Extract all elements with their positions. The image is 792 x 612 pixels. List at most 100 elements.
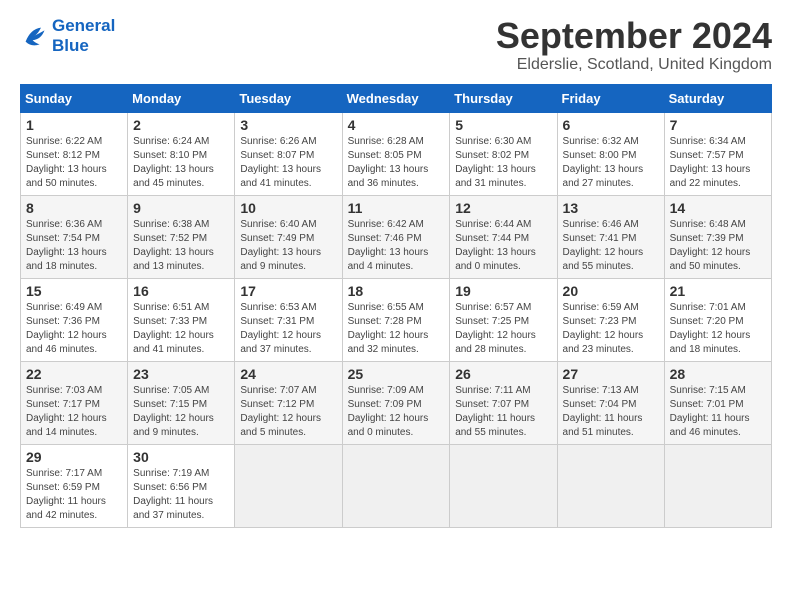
title-block: September 2024 Elderslie, Scotland, Unit… [496,16,772,74]
empty-day-cell [557,444,664,527]
empty-day-cell [342,444,450,527]
day-info: Sunrise: 6:40 AM Sunset: 7:49 PM Dayligh… [240,218,336,274]
day-cell-22: 22 Sunrise: 7:03 AM Sunset: 7:17 PM Dayl… [21,361,128,444]
weekday-header-sunday: Sunday [21,84,128,112]
day-cell-3: 3 Sunrise: 6:26 AM Sunset: 8:07 PM Dayli… [235,112,342,195]
day-number: 18 [348,283,445,299]
day-info: Sunrise: 6:34 AM Sunset: 7:57 PM Dayligh… [670,135,766,191]
day-cell-7: 7 Sunrise: 6:34 AM Sunset: 7:57 PM Dayli… [664,112,771,195]
weekday-header-monday: Monday [128,84,235,112]
day-number: 24 [240,366,336,382]
day-info: Sunrise: 7:13 AM Sunset: 7:04 PM Dayligh… [563,384,659,440]
day-info: Sunrise: 7:11 AM Sunset: 7:07 PM Dayligh… [455,384,551,440]
weekday-header-friday: Friday [557,84,664,112]
weekday-header-tuesday: Tuesday [235,84,342,112]
logo-text: General Blue [52,16,115,57]
day-number: 15 [26,283,122,299]
logo-icon [20,22,48,50]
empty-day-cell [450,444,557,527]
day-info: Sunrise: 7:15 AM Sunset: 7:01 PM Dayligh… [670,384,766,440]
day-cell-2: 2 Sunrise: 6:24 AM Sunset: 8:10 PM Dayli… [128,112,235,195]
day-cell-27: 27 Sunrise: 7:13 AM Sunset: 7:04 PM Dayl… [557,361,664,444]
day-number: 28 [670,366,766,382]
day-number: 14 [670,200,766,216]
day-info: Sunrise: 6:32 AM Sunset: 8:00 PM Dayligh… [563,135,659,191]
day-number: 9 [133,200,229,216]
day-info: Sunrise: 7:05 AM Sunset: 7:15 PM Dayligh… [133,384,229,440]
day-cell-12: 12 Sunrise: 6:44 AM Sunset: 7:44 PM Dayl… [450,195,557,278]
day-number: 26 [455,366,551,382]
header: General Blue September 2024 Elderslie, S… [20,16,772,74]
calendar-week-row: 8 Sunrise: 6:36 AM Sunset: 7:54 PM Dayli… [21,195,772,278]
day-number: 20 [563,283,659,299]
day-info: Sunrise: 6:49 AM Sunset: 7:36 PM Dayligh… [26,301,122,357]
day-info: Sunrise: 6:22 AM Sunset: 8:12 PM Dayligh… [26,135,122,191]
day-cell-21: 21 Sunrise: 7:01 AM Sunset: 7:20 PM Dayl… [664,278,771,361]
weekday-header-row: SundayMondayTuesdayWednesdayThursdayFrid… [21,84,772,112]
day-number: 21 [670,283,766,299]
day-info: Sunrise: 6:51 AM Sunset: 7:33 PM Dayligh… [133,301,229,357]
day-cell-25: 25 Sunrise: 7:09 AM Sunset: 7:09 PM Dayl… [342,361,450,444]
calendar-table: SundayMondayTuesdayWednesdayThursdayFrid… [20,84,772,528]
location-title: Elderslie, Scotland, United Kingdom [496,56,772,74]
day-cell-29: 29 Sunrise: 7:17 AM Sunset: 6:59 PM Dayl… [21,444,128,527]
day-info: Sunrise: 6:44 AM Sunset: 7:44 PM Dayligh… [455,218,551,274]
day-cell-16: 16 Sunrise: 6:51 AM Sunset: 7:33 PM Dayl… [128,278,235,361]
empty-day-cell [664,444,771,527]
day-cell-13: 13 Sunrise: 6:46 AM Sunset: 7:41 PM Dayl… [557,195,664,278]
day-cell-23: 23 Sunrise: 7:05 AM Sunset: 7:15 PM Dayl… [128,361,235,444]
day-number: 11 [348,200,445,216]
day-number: 2 [133,117,229,133]
day-number: 22 [26,366,122,382]
day-info: Sunrise: 6:53 AM Sunset: 7:31 PM Dayligh… [240,301,336,357]
day-info: Sunrise: 7:17 AM Sunset: 6:59 PM Dayligh… [26,467,122,523]
weekday-header-saturday: Saturday [664,84,771,112]
day-info: Sunrise: 6:59 AM Sunset: 7:23 PM Dayligh… [563,301,659,357]
day-number: 5 [455,117,551,133]
day-info: Sunrise: 6:38 AM Sunset: 7:52 PM Dayligh… [133,218,229,274]
day-number: 3 [240,117,336,133]
weekday-header-wednesday: Wednesday [342,84,450,112]
day-number: 30 [133,449,229,465]
day-info: Sunrise: 6:55 AM Sunset: 7:28 PM Dayligh… [348,301,445,357]
day-info: Sunrise: 6:26 AM Sunset: 8:07 PM Dayligh… [240,135,336,191]
day-cell-11: 11 Sunrise: 6:42 AM Sunset: 7:46 PM Dayl… [342,195,450,278]
day-number: 27 [563,366,659,382]
month-title: September 2024 [496,16,772,56]
day-number: 7 [670,117,766,133]
day-number: 19 [455,283,551,299]
day-info: Sunrise: 6:46 AM Sunset: 7:41 PM Dayligh… [563,218,659,274]
day-cell-28: 28 Sunrise: 7:15 AM Sunset: 7:01 PM Dayl… [664,361,771,444]
day-cell-5: 5 Sunrise: 6:30 AM Sunset: 8:02 PM Dayli… [450,112,557,195]
day-number: 6 [563,117,659,133]
day-cell-19: 19 Sunrise: 6:57 AM Sunset: 7:25 PM Dayl… [450,278,557,361]
day-cell-10: 10 Sunrise: 6:40 AM Sunset: 7:49 PM Dayl… [235,195,342,278]
empty-day-cell [235,444,342,527]
day-number: 8 [26,200,122,216]
day-cell-9: 9 Sunrise: 6:38 AM Sunset: 7:52 PM Dayli… [128,195,235,278]
calendar-week-row: 22 Sunrise: 7:03 AM Sunset: 7:17 PM Dayl… [21,361,772,444]
day-info: Sunrise: 7:19 AM Sunset: 6:56 PM Dayligh… [133,467,229,523]
day-number: 13 [563,200,659,216]
day-cell-6: 6 Sunrise: 6:32 AM Sunset: 8:00 PM Dayli… [557,112,664,195]
day-number: 1 [26,117,122,133]
day-number: 29 [26,449,122,465]
day-info: Sunrise: 7:09 AM Sunset: 7:09 PM Dayligh… [348,384,445,440]
day-info: Sunrise: 6:24 AM Sunset: 8:10 PM Dayligh… [133,135,229,191]
day-cell-14: 14 Sunrise: 6:48 AM Sunset: 7:39 PM Dayl… [664,195,771,278]
day-number: 4 [348,117,445,133]
logo: General Blue [20,16,115,57]
day-info: Sunrise: 7:07 AM Sunset: 7:12 PM Dayligh… [240,384,336,440]
day-info: Sunrise: 6:30 AM Sunset: 8:02 PM Dayligh… [455,135,551,191]
weekday-header-thursday: Thursday [450,84,557,112]
day-info: Sunrise: 6:48 AM Sunset: 7:39 PM Dayligh… [670,218,766,274]
day-info: Sunrise: 7:03 AM Sunset: 7:17 PM Dayligh… [26,384,122,440]
day-number: 10 [240,200,336,216]
day-cell-26: 26 Sunrise: 7:11 AM Sunset: 7:07 PM Dayl… [450,361,557,444]
day-cell-1: 1 Sunrise: 6:22 AM Sunset: 8:12 PM Dayli… [21,112,128,195]
day-number: 12 [455,200,551,216]
day-cell-8: 8 Sunrise: 6:36 AM Sunset: 7:54 PM Dayli… [21,195,128,278]
day-info: Sunrise: 6:28 AM Sunset: 8:05 PM Dayligh… [348,135,445,191]
calendar-week-row: 29 Sunrise: 7:17 AM Sunset: 6:59 PM Dayl… [21,444,772,527]
day-number: 17 [240,283,336,299]
